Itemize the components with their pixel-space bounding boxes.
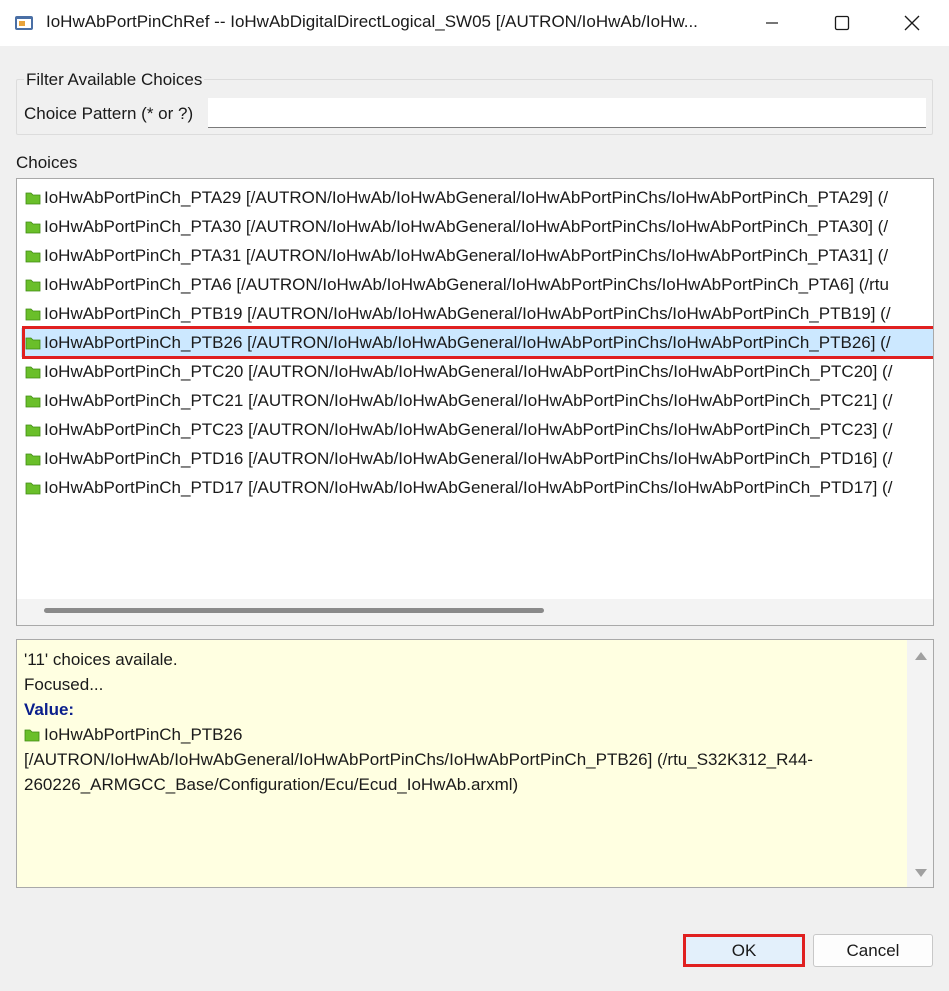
vertical-scrollbar[interactable]: [907, 640, 933, 887]
close-button[interactable]: [889, 0, 935, 46]
choice-item[interactable]: IoHwAbPortPinCh_PTA29 [/AUTRON/IoHwAb/Io…: [21, 183, 933, 212]
value-name: IoHwAbPortPinCh_PTB26: [44, 725, 243, 744]
choices-count-text: '11' choices availale.: [24, 650, 178, 669]
folder-icon: [25, 482, 41, 494]
horizontal-scrollbar[interactable]: [17, 599, 933, 625]
choice-item-label: IoHwAbPortPinCh_PTB26 [/AUTRON/IoHwAb/Io…: [44, 333, 891, 352]
minimize-button[interactable]: [749, 0, 795, 46]
choices-list[interactable]: IoHwAbPortPinCh_PTA29 [/AUTRON/IoHwAb/Io…: [16, 178, 934, 626]
folder-icon: [25, 424, 41, 436]
maximize-icon: [834, 15, 850, 31]
choice-item-label: IoHwAbPortPinCh_PTC21 [/AUTRON/IoHwAb/Io…: [44, 391, 893, 410]
app-icon: [15, 16, 33, 30]
choice-item-label: IoHwAbPortPinCh_PTA29 [/AUTRON/IoHwAb/Io…: [44, 188, 889, 207]
info-panel: '11' choices availale. Focused... Value:…: [16, 639, 934, 888]
window-title: IoHwAbPortPinChRef -- IoHwAbDigitalDirec…: [46, 12, 698, 31]
folder-icon: [25, 453, 41, 465]
close-icon: [904, 15, 920, 31]
choice-item-label: IoHwAbPortPinCh_PTD17 [/AUTRON/IoHwAb/Io…: [44, 478, 893, 497]
folder-icon: [25, 279, 41, 291]
value-item: IoHwAbPortPinCh_PTB26: [24, 725, 242, 745]
choice-item[interactable]: IoHwAbPortPinCh_PTC21 [/AUTRON/IoHwAb/Io…: [21, 386, 933, 415]
value-path-line-1: [/AUTRON/IoHwAb/IoHwAbGeneral/IoHwAbPort…: [24, 750, 813, 769]
cancel-button[interactable]: Cancel: [813, 934, 933, 967]
choice-pattern-input[interactable]: [208, 98, 926, 128]
folder-icon: [25, 308, 41, 320]
folder-icon: [25, 337, 41, 349]
choice-item[interactable]: IoHwAbPortPinCh_PTA31 [/AUTRON/IoHwAb/Io…: [21, 241, 933, 270]
choice-item-label: IoHwAbPortPinCh_PTB19 [/AUTRON/IoHwAb/Io…: [44, 304, 891, 323]
maximize-button[interactable]: [819, 0, 865, 46]
choice-item[interactable]: IoHwAbPortPinCh_PTC20 [/AUTRON/IoHwAb/Io…: [21, 357, 933, 386]
choice-item[interactable]: IoHwAbPortPinCh_PTB26 [/AUTRON/IoHwAb/Io…: [21, 328, 933, 357]
scroll-up-icon[interactable]: [915, 652, 927, 660]
choice-item[interactable]: IoHwAbPortPinCh_PTA30 [/AUTRON/IoHwAb/Io…: [21, 212, 933, 241]
folder-icon: [25, 366, 41, 378]
choice-item[interactable]: IoHwAbPortPinCh_PTD16 [/AUTRON/IoHwAb/Io…: [21, 444, 933, 473]
minimize-icon: [766, 22, 778, 24]
choice-pattern-label: Choice Pattern (* or ?): [24, 104, 194, 123]
ok-button[interactable]: OK: [683, 934, 805, 967]
choice-item[interactable]: IoHwAbPortPinCh_PTA6 [/AUTRON/IoHwAb/IoH…: [21, 270, 933, 299]
value-path-line-2: 260226_ARMGCC_Base/Configuration/Ecu/Ecu…: [24, 775, 519, 794]
folder-icon: [25, 250, 41, 262]
choice-item-label: IoHwAbPortPinCh_PTA30 [/AUTRON/IoHwAb/Io…: [44, 217, 889, 236]
value-label: Value:: [24, 700, 75, 719]
choices-label: Choices: [16, 153, 78, 172]
choice-item-label: IoHwAbPortPinCh_PTD16 [/AUTRON/IoHwAb/Io…: [44, 449, 893, 468]
folder-icon: [24, 729, 40, 741]
choice-item-label: IoHwAbPortPinCh_PTA6 [/AUTRON/IoHwAb/IoH…: [44, 275, 889, 294]
scroll-down-icon[interactable]: [915, 869, 927, 877]
choice-item[interactable]: IoHwAbPortPinCh_PTC23 [/AUTRON/IoHwAb/Io…: [21, 415, 933, 444]
horizontal-scrollbar-thumb[interactable]: [44, 608, 544, 613]
folder-icon: [25, 395, 41, 407]
folder-icon: [25, 192, 41, 204]
focused-text: Focused...: [24, 675, 104, 694]
choice-item-label: IoHwAbPortPinCh_PTC20 [/AUTRON/IoHwAb/Io…: [44, 362, 893, 381]
choice-item[interactable]: IoHwAbPortPinCh_PTB19 [/AUTRON/IoHwAb/Io…: [21, 299, 933, 328]
title-bar: IoHwAbPortPinChRef -- IoHwAbDigitalDirec…: [0, 0, 949, 46]
choice-item-label: IoHwAbPortPinCh_PTC23 [/AUTRON/IoHwAb/Io…: [44, 420, 893, 439]
folder-icon: [25, 221, 41, 233]
choice-item[interactable]: IoHwAbPortPinCh_PTD17 [/AUTRON/IoHwAb/Io…: [21, 473, 933, 502]
filter-legend: Filter Available Choices: [24, 70, 205, 90]
choice-item-label: IoHwAbPortPinCh_PTA31 [/AUTRON/IoHwAb/Io…: [44, 246, 889, 265]
